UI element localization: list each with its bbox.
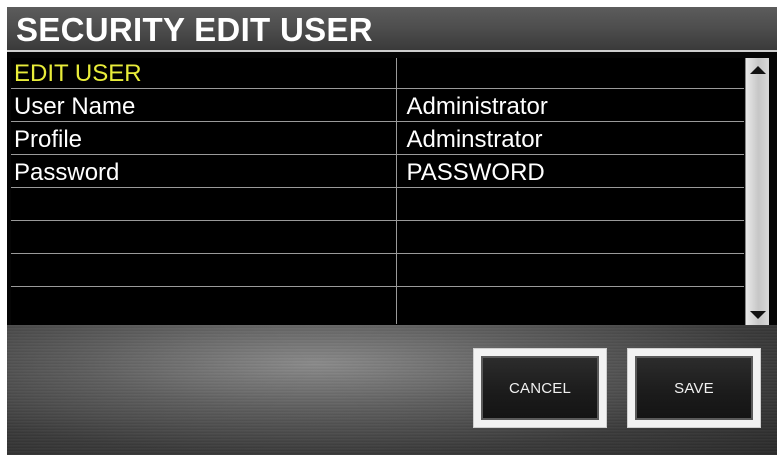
table-row — [11, 253, 744, 287]
title-bar: SECURITY EDIT USER — [7, 7, 777, 52]
page-title: SECURITY EDIT USER — [16, 11, 373, 48]
cancel-button[interactable]: CANCEL — [473, 348, 607, 428]
table-heading: EDIT USER — [11, 58, 397, 89]
vertical-scrollbar[interactable] — [745, 58, 769, 325]
triangle-down-icon — [750, 311, 766, 319]
empty-cell — [11, 187, 397, 221]
user-name-label: User Name — [11, 88, 397, 122]
empty-cell — [396, 286, 744, 324]
table-row — [11, 220, 744, 254]
profile-value[interactable]: Adminstrator — [396, 121, 744, 155]
profile-label: Profile — [11, 121, 397, 155]
empty-cell — [396, 187, 744, 221]
edit-user-table: EDIT USER User Name Administrator Profil… — [11, 58, 744, 325]
empty-cell — [396, 253, 744, 287]
table-row-password[interactable]: Password PASSWORD — [11, 154, 744, 188]
password-label: Password — [11, 154, 397, 188]
user-name-value[interactable]: Administrator — [396, 88, 744, 122]
save-button[interactable]: SAVE — [627, 348, 761, 428]
table-heading-value — [396, 58, 744, 89]
table-row — [11, 187, 744, 221]
scroll-up-button[interactable] — [746, 62, 770, 78]
security-edit-user-screen: SECURITY EDIT USER EDIT USER User Name A… — [7, 7, 777, 455]
table-row-user-name[interactable]: User Name Administrator — [11, 88, 744, 122]
action-panel: CANCEL SAVE — [7, 325, 777, 455]
password-value[interactable]: PASSWORD — [396, 154, 744, 188]
empty-cell — [11, 286, 397, 324]
empty-cell — [11, 253, 397, 287]
triangle-up-icon — [750, 66, 766, 74]
empty-cell — [396, 220, 744, 254]
table-heading-row: EDIT USER — [11, 58, 744, 89]
save-button-label: SAVE — [635, 356, 753, 420]
table-row-profile[interactable]: Profile Adminstrator — [11, 121, 744, 155]
edit-user-grid: EDIT USER User Name Administrator Profil… — [11, 58, 744, 324]
scroll-down-button[interactable] — [746, 307, 770, 323]
cancel-button-label: CANCEL — [481, 356, 599, 420]
empty-cell — [11, 220, 397, 254]
table-row — [11, 286, 744, 324]
